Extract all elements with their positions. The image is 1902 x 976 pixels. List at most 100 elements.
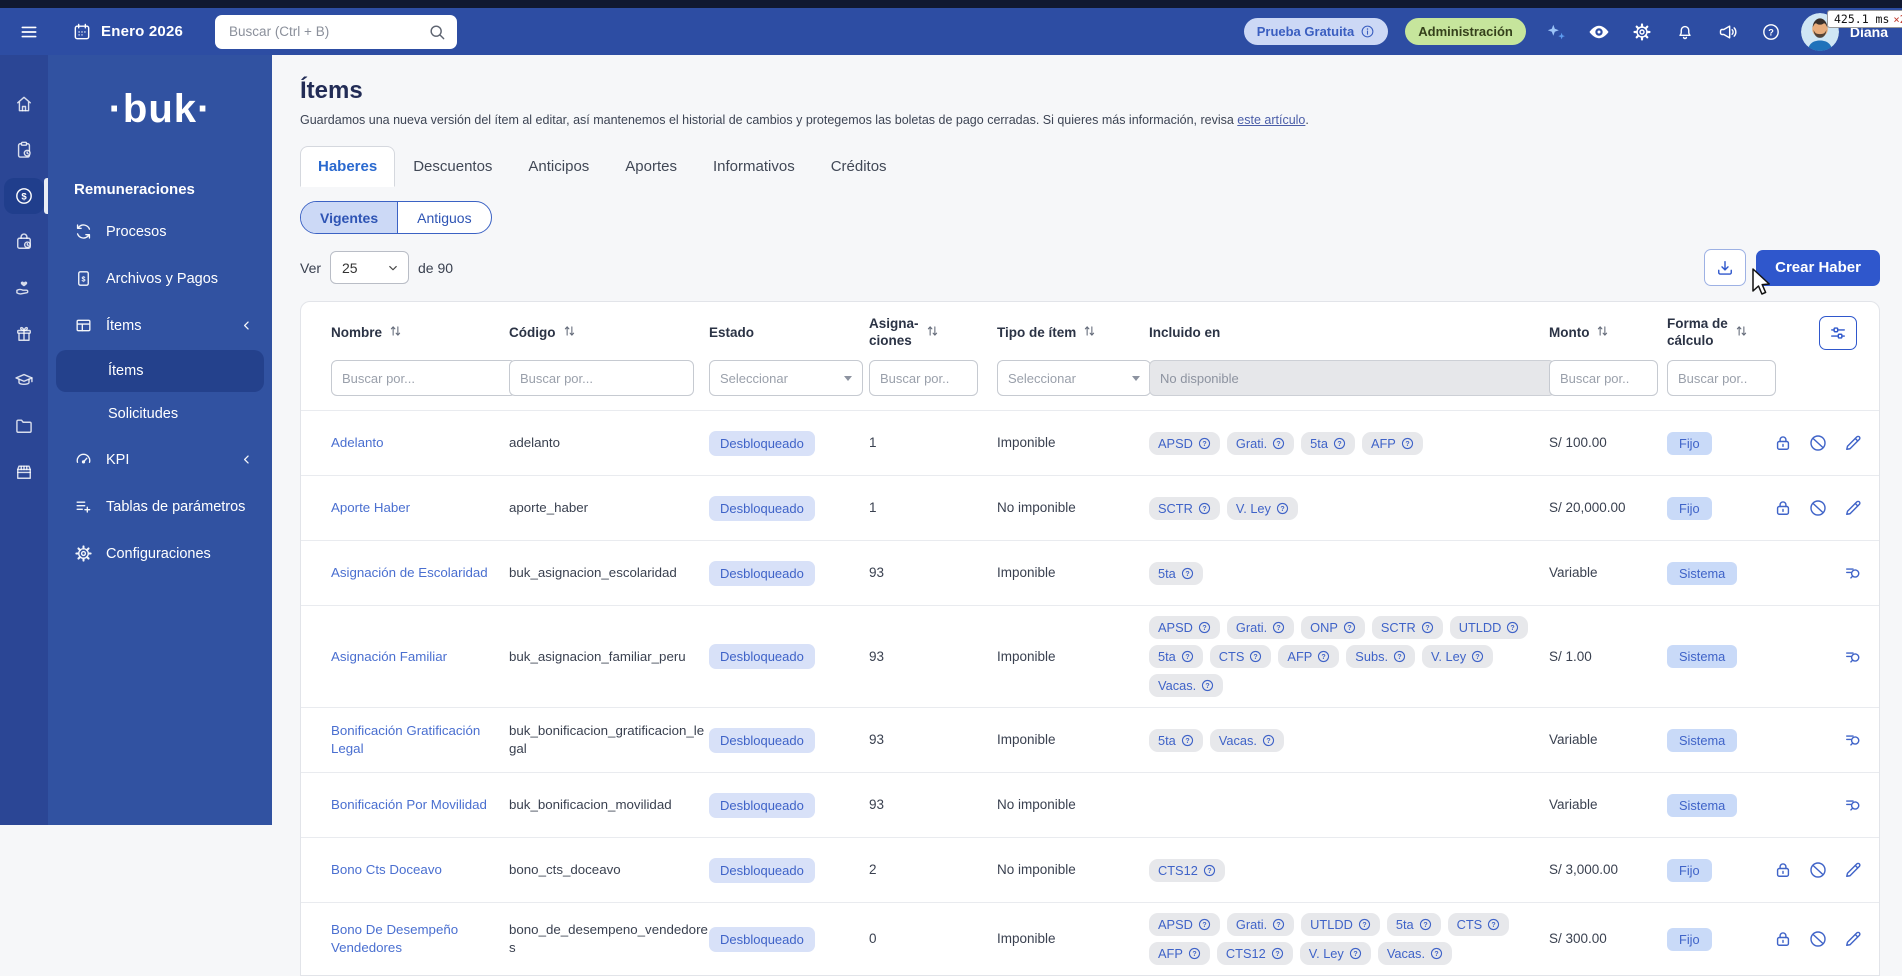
included-tag[interactable]: CTS?	[1447, 913, 1510, 936]
filter-select-tipo[interactable]: Seleccionar	[997, 360, 1151, 396]
lock-icon[interactable]	[1773, 929, 1793, 949]
toggle-antiguos[interactable]: Antiguos	[397, 202, 490, 233]
included-tag[interactable]: APSD?	[1149, 431, 1220, 455]
item-name-link[interactable]: Bono De Desempeño Vendedores	[331, 922, 458, 955]
tab-créditos[interactable]: Créditos	[813, 146, 905, 187]
help-icon[interactable]: ?	[1758, 19, 1784, 45]
filter-input-codigo[interactable]	[509, 360, 694, 396]
rail-item-documentos[interactable]	[0, 407, 48, 445]
edit-pencil-icon[interactable]	[1843, 860, 1863, 880]
included-tag[interactable]: V. Ley?	[1226, 496, 1298, 520]
included-tag[interactable]: 5ta?	[1149, 728, 1203, 752]
global-search[interactable]	[215, 14, 458, 49]
lock-icon[interactable]	[1773, 498, 1793, 518]
block-icon[interactable]	[1808, 860, 1828, 880]
rail-item-organizacion[interactable]	[0, 453, 48, 491]
hamburger-menu-button[interactable]	[12, 15, 46, 49]
sort-icon[interactable]	[563, 324, 576, 343]
rail-item-remuneraciones[interactable]: $	[0, 177, 48, 215]
view-detail-icon[interactable]	[1843, 647, 1863, 667]
included-tag[interactable]: UTLDD?	[1301, 913, 1380, 936]
sidebar-item-tablas-de-parametros[interactable]: Tablas de parámetros	[48, 483, 272, 530]
block-icon[interactable]	[1808, 929, 1828, 949]
filter-input-asignaciones[interactable]	[869, 360, 978, 396]
sort-icon[interactable]	[926, 324, 939, 343]
item-name-link[interactable]: Bonificación Por Movilidad	[331, 797, 495, 812]
block-icon[interactable]	[1808, 498, 1828, 518]
included-tag[interactable]: ONP?	[1301, 616, 1365, 639]
item-name-link[interactable]: Asignación Familiar	[331, 649, 455, 664]
edit-pencil-icon[interactable]	[1843, 433, 1863, 453]
included-tag[interactable]: 5ta?	[1149, 561, 1203, 585]
item-name-link[interactable]: Adelanto	[331, 435, 392, 450]
edit-pencil-icon[interactable]	[1843, 498, 1863, 518]
block-icon[interactable]	[1808, 433, 1828, 453]
bell-icon[interactable]	[1672, 19, 1698, 45]
column-settings-button[interactable]	[1819, 316, 1857, 350]
sort-icon[interactable]	[1083, 324, 1096, 343]
included-tag[interactable]: CTS12?	[1216, 942, 1293, 965]
sidebar-subitem-items-sub[interactable]: Ítems	[56, 350, 264, 392]
tab-descuentos[interactable]: Descuentos	[395, 146, 510, 187]
included-tag[interactable]: Vacas.?	[1209, 728, 1284, 752]
rail-item-tasks[interactable]	[0, 131, 48, 169]
included-tag[interactable]: AFP?	[1278, 645, 1340, 668]
included-tag[interactable]: Vacas.?	[1149, 674, 1224, 697]
rail-item-beneficios[interactable]	[0, 269, 48, 307]
included-tag[interactable]: 5ta?	[1301, 431, 1355, 455]
sidebar-item-configuraciones[interactable]: Configuraciones	[48, 530, 272, 577]
included-tag[interactable]: 5ta?	[1149, 645, 1203, 668]
included-tag[interactable]: Grati.?	[1226, 431, 1295, 455]
search-input[interactable]	[227, 23, 428, 40]
rail-item-formacion[interactable]	[0, 361, 48, 399]
included-tag[interactable]: V. Ley?	[1299, 942, 1371, 965]
filter-input-monto[interactable]	[1549, 360, 1658, 396]
edit-pencil-icon[interactable]	[1843, 929, 1863, 949]
create-haber-button[interactable]: Crear Haber	[1756, 249, 1880, 286]
item-name-link[interactable]: Bono Cts Doceavo	[331, 862, 450, 877]
period-selector[interactable]: Enero 2026	[72, 22, 183, 42]
rail-item-home[interactable]	[0, 85, 48, 123]
included-tag[interactable]: Grati.?	[1226, 616, 1295, 639]
sparkle-icon[interactable]	[1543, 19, 1569, 45]
included-tag[interactable]: SCTR?	[1149, 496, 1220, 520]
sort-icon[interactable]	[389, 324, 402, 343]
lock-icon[interactable]	[1773, 860, 1793, 880]
lock-icon[interactable]	[1773, 433, 1793, 453]
per-page-select[interactable]: 25	[330, 251, 410, 284]
rail-item-asistencia[interactable]	[0, 223, 48, 261]
view-detail-icon[interactable]	[1843, 730, 1863, 750]
included-tag[interactable]: UTLDD?	[1449, 616, 1529, 639]
megaphone-icon[interactable]	[1715, 19, 1741, 45]
tab-anticipos[interactable]: Anticipos	[510, 146, 607, 187]
included-tag[interactable]: APSD?	[1149, 913, 1220, 936]
toggle-vigentes[interactable]: Vigentes	[301, 202, 398, 233]
sidebar-item-items[interactable]: Ítems	[48, 302, 272, 349]
included-tag[interactable]: Subs.?	[1346, 645, 1416, 668]
item-name-link[interactable]: Bonificación Gratificación Legal	[331, 723, 480, 756]
included-tag[interactable]: AFP?	[1361, 431, 1423, 455]
included-tag[interactable]: Grati.?	[1226, 913, 1295, 936]
tab-haberes[interactable]: Haberes	[300, 146, 396, 187]
included-tag[interactable]: Vacas.?	[1377, 942, 1452, 965]
filter-input-nombre[interactable]	[331, 360, 516, 396]
included-tag[interactable]: AFP?	[1149, 942, 1210, 965]
item-name-link[interactable]: Asignación de Escolaridad	[331, 565, 496, 580]
sidebar-item-procesos[interactable]: Procesos	[48, 208, 272, 255]
trial-badge[interactable]: Prueba Gratuita	[1243, 18, 1389, 45]
item-name-link[interactable]: Aporte Haber	[331, 500, 418, 515]
included-tag[interactable]: CTS12?	[1149, 858, 1225, 882]
included-tag[interactable]: CTS?	[1209, 645, 1272, 668]
admin-badge[interactable]: Administración	[1405, 18, 1526, 45]
description-link[interactable]: este artículo	[1237, 113, 1305, 127]
view-detail-icon[interactable]	[1843, 563, 1863, 583]
rail-item-regalos[interactable]	[0, 315, 48, 353]
included-tag[interactable]: SCTR?	[1371, 616, 1443, 639]
sort-icon[interactable]	[1735, 324, 1748, 343]
sidebar-subitem-solicitudes[interactable]: Solicitudes	[56, 393, 264, 435]
gear-icon[interactable]	[1629, 19, 1655, 45]
included-tag[interactable]: 5ta?	[1386, 913, 1441, 936]
included-tag[interactable]: V. Ley?	[1422, 645, 1494, 668]
included-tag[interactable]: APSD?	[1149, 616, 1220, 639]
tab-aportes[interactable]: Aportes	[607, 146, 695, 187]
